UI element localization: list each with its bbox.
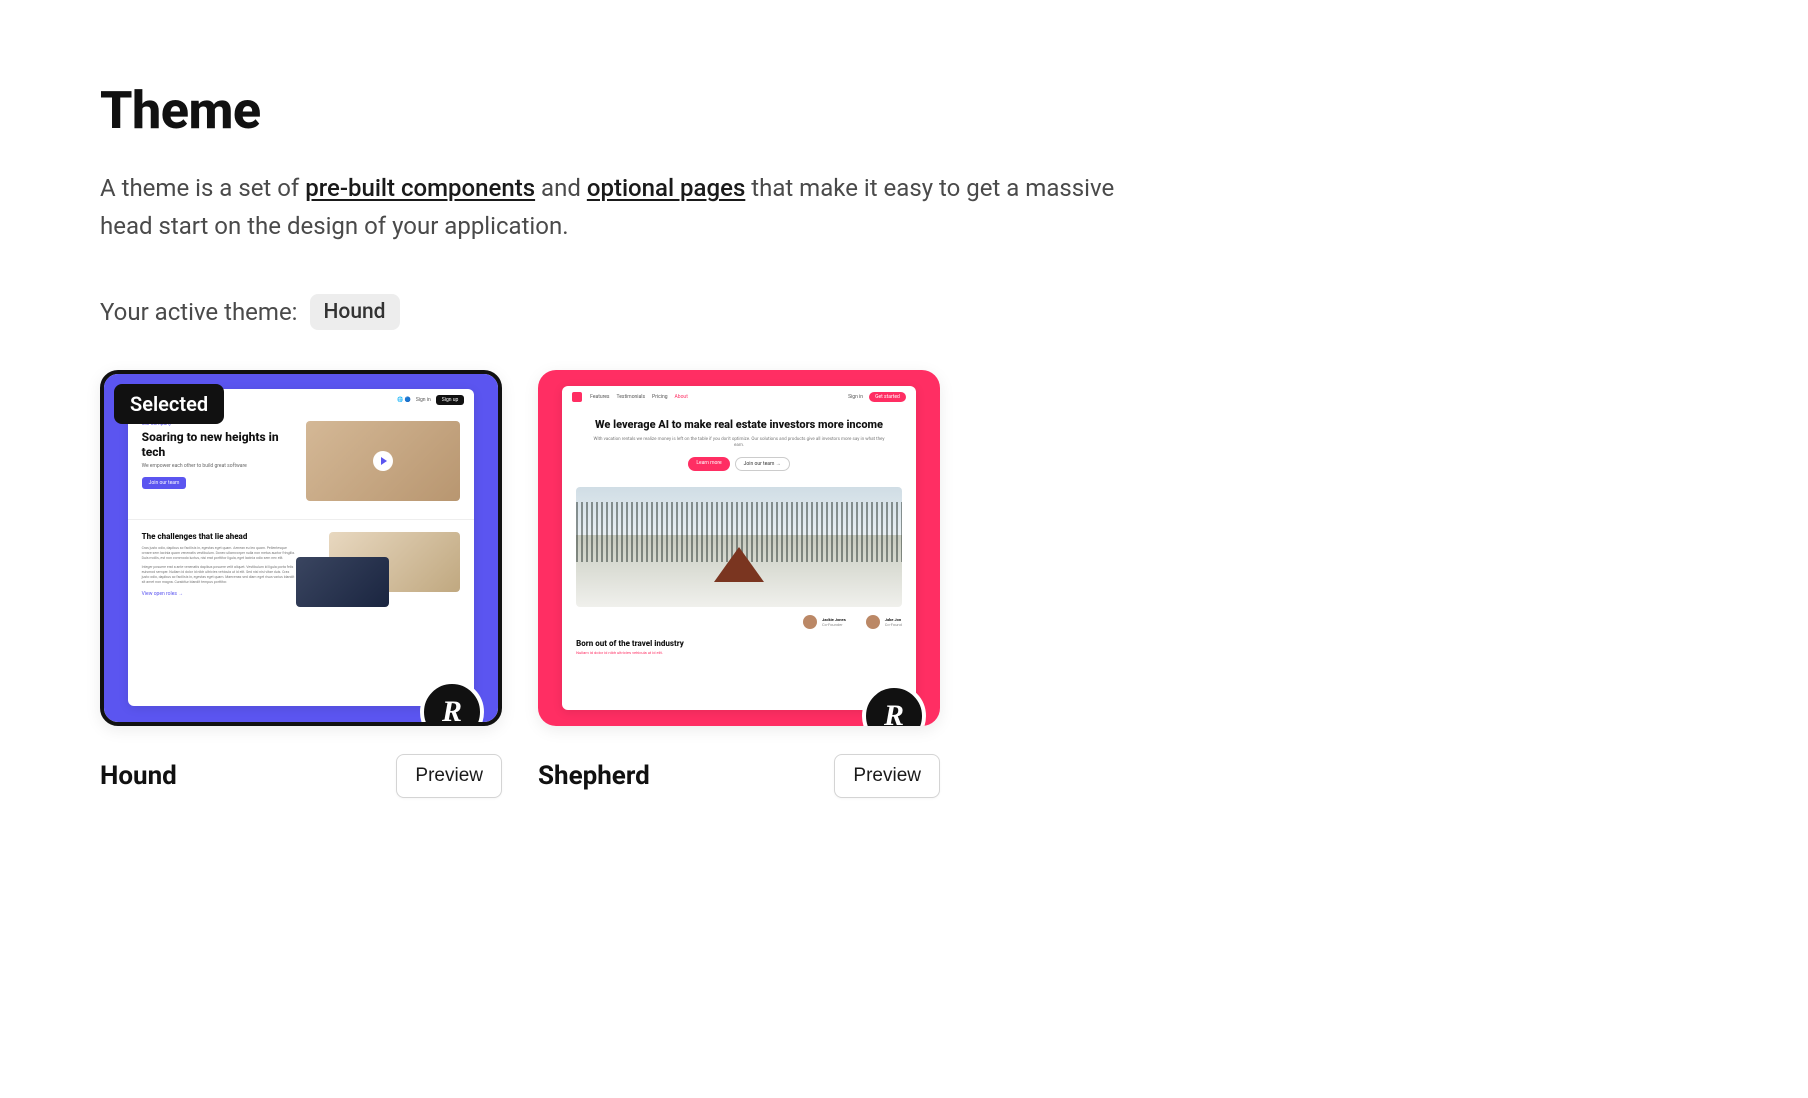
mock-cta-secondary: Join our team → <box>735 457 790 471</box>
theme-preview-image: Features Testimonials Pricing About Sign… <box>538 370 940 726</box>
mock-lorem: Cras justo odio, dapibus ac facilisis in… <box>142 546 296 561</box>
play-icon <box>373 451 393 471</box>
description-text: and <box>535 174 587 202</box>
mock-section-title: The challenges that lie ahead <box>142 532 296 541</box>
optional-pages-link[interactable]: optional pages <box>587 174 745 202</box>
preview-button[interactable]: Preview <box>396 754 502 798</box>
logo-r-icon: R <box>884 699 904 726</box>
theme-name-label: Shepherd <box>538 761 650 791</box>
mock-hero-subtitle: With vacation rentals we realize money i… <box>588 437 890 450</box>
theme-preview-image: Features Pricing Company 🌐 🔵 Sign in Sig… <box>104 374 498 722</box>
mock-lorem: Integer posuere erat a ante venenatis da… <box>142 565 296 585</box>
active-theme-badge: Hound <box>310 294 400 330</box>
description-text: A theme is a set of <box>100 174 305 202</box>
theme-thumbnail-shepherd[interactable]: Features Testimonials Pricing About Sign… <box>538 370 940 726</box>
avatar-icon <box>866 615 880 629</box>
theme-card-shepherd: Features Testimonials Pricing About Sign… <box>538 370 940 798</box>
mock-hero-image <box>576 487 902 607</box>
mock-signin: Sign in <box>848 394 863 400</box>
mock-link: View open roles → <box>142 591 296 597</box>
theme-card-hound: Selected Features Pricing Company 🌐 🔵 Si… <box>100 370 502 798</box>
mock-section-subtitle: Nullam id dolor id nibh ultricies vehicu… <box>576 650 902 655</box>
active-theme-row: Your active theme: Hound <box>100 294 1708 330</box>
mock-getstarted: Get started <box>869 392 906 402</box>
mock-nav-item: Features <box>590 394 609 400</box>
theme-thumbnail-hound[interactable]: Selected Features Pricing Company 🌐 🔵 Si… <box>100 370 502 726</box>
active-theme-label: Your active theme: <box>100 298 298 326</box>
themes-grid: Selected Features Pricing Company 🌐 🔵 Si… <box>100 370 1708 798</box>
mock-cta-primary: Learn more <box>688 457 729 471</box>
mock-hero-title: We leverage AI to make real estate inves… <box>588 418 890 432</box>
theme-name-label: Hound <box>100 761 177 791</box>
mock-hero-image <box>306 421 460 501</box>
mock-nav-item: About <box>675 394 688 400</box>
mock-founder-role: Co-Found <box>885 622 902 627</box>
mock-image <box>296 557 389 607</box>
logo-r-icon: R <box>442 695 462 726</box>
mock-section-title: Born out of the travel industry <box>576 639 902 648</box>
prebuilt-components-link[interactable]: pre-built components <box>305 174 535 202</box>
mock-nav-item: Pricing <box>652 394 667 400</box>
mock-founder-role: Co-Founder <box>822 622 846 627</box>
preview-button[interactable]: Preview <box>834 754 940 798</box>
mock-hero-title: Soaring to new heights in tech <box>142 430 296 459</box>
mock-hero-subtitle: We empower each other to build great sof… <box>142 463 296 469</box>
page-description: A theme is a set of pre-built components… <box>100 169 1140 246</box>
mock-signup: Sign up <box>436 395 465 405</box>
mock-nav-item: Testimonials <box>616 394 645 400</box>
avatar-icon <box>803 615 817 629</box>
mock-logo-icon <box>572 392 582 402</box>
mock-cta: Join our team <box>142 477 187 489</box>
page-title: Theme <box>100 80 1708 141</box>
mock-signin: Sign in <box>416 397 431 403</box>
selected-badge: Selected <box>114 384 224 424</box>
